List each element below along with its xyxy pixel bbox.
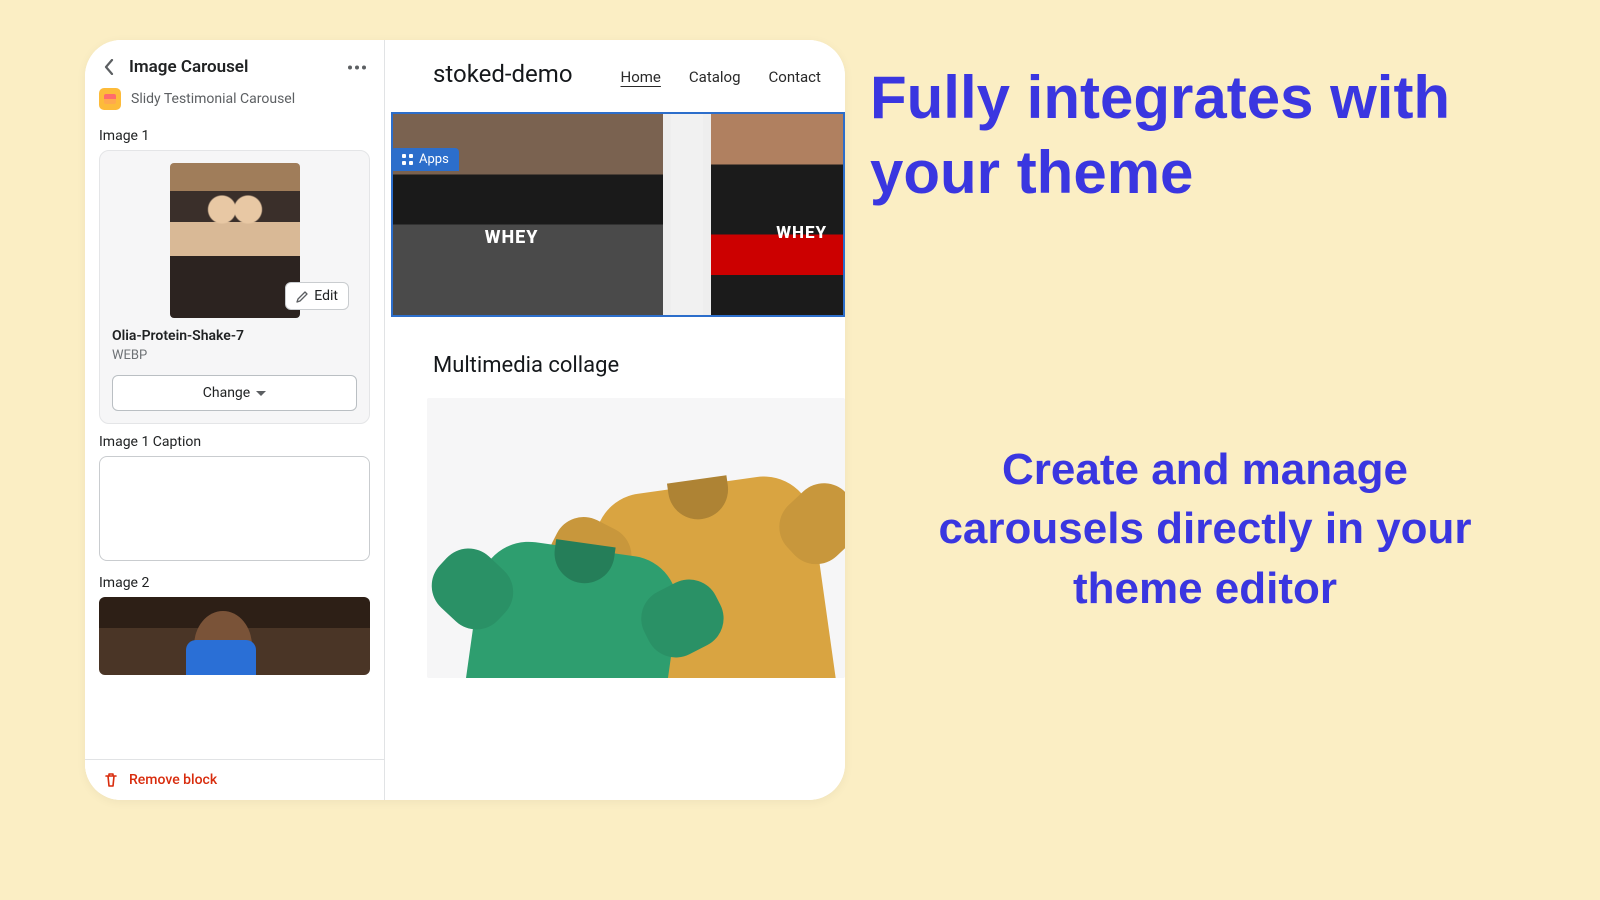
image1-caption-input[interactable] <box>99 456 370 561</box>
image1-thumbnail[interactable] <box>170 163 300 318</box>
carousel-slide[interactable] <box>711 114 843 315</box>
image2-label: Image 2 <box>99 575 370 591</box>
edit-label: Edit <box>314 288 338 304</box>
apps-tag[interactable]: Apps <box>391 148 459 171</box>
nav-home[interactable]: Home <box>621 68 661 86</box>
app-screenshot: Image Carousel Slidy Testimonial Carouse… <box>85 40 845 800</box>
chevron-down-icon <box>256 391 266 396</box>
image1-thumb-wrap: Edit <box>112 163 357 318</box>
store-brand: stoked-demo <box>433 60 573 88</box>
image1-format: WEBP <box>112 348 357 363</box>
sidebar: Image Carousel Slidy Testimonial Carouse… <box>85 40 385 800</box>
edit-button[interactable]: Edit <box>285 282 349 310</box>
app-icon <box>99 88 121 110</box>
sidebar-header: Image Carousel <box>85 40 384 88</box>
image1-caption-label: Image 1 Caption <box>99 434 370 450</box>
app-row: Slidy Testimonial Carousel <box>85 88 384 118</box>
nav-catalog[interactable]: Catalog <box>689 68 741 86</box>
marketing-headline: Fully integrates with your theme <box>870 60 1550 210</box>
store-header: stoked-demo Home Catalog Contact <box>433 60 845 112</box>
image1-filename: Olia-Protein-Shake-7 <box>112 328 357 344</box>
app-name: Slidy Testimonial Carousel <box>131 91 295 107</box>
nav-contact[interactable]: Contact <box>769 68 821 86</box>
more-icon[interactable] <box>344 54 370 80</box>
carousel-slide[interactable] <box>393 114 663 315</box>
change-label: Change <box>203 385 250 401</box>
preview-pane: stoked-demo Home Catalog Contact Apps Mu… <box>385 40 845 800</box>
trash-icon <box>103 772 119 788</box>
sidebar-title: Image Carousel <box>129 57 334 77</box>
collage-title: Multimedia collage <box>433 353 845 378</box>
pencil-icon <box>296 290 309 303</box>
apps-tag-label: Apps <box>419 152 449 167</box>
sidebar-scroll[interactable]: Image 1 Edit Olia-Protein-Shake-7 WEBP C… <box>85 118 384 800</box>
image1-card: Edit Olia-Protein-Shake-7 WEBP Change <box>99 150 370 424</box>
preview-inner: stoked-demo Home Catalog Contact Apps Mu… <box>385 40 845 800</box>
remove-label: Remove block <box>129 772 217 788</box>
change-button[interactable]: Change <box>112 375 357 411</box>
back-icon[interactable] <box>99 57 119 77</box>
image1-label: Image 1 <box>99 128 370 144</box>
image2-thumbnail[interactable] <box>99 597 370 675</box>
carousel-slide[interactable] <box>671 114 703 315</box>
carousel-section[interactable] <box>391 112 845 317</box>
marketing-subtext: Create and manage carousels directly in … <box>900 440 1510 618</box>
remove-block-button[interactable]: Remove block <box>85 759 384 800</box>
collage-box <box>427 398 845 678</box>
